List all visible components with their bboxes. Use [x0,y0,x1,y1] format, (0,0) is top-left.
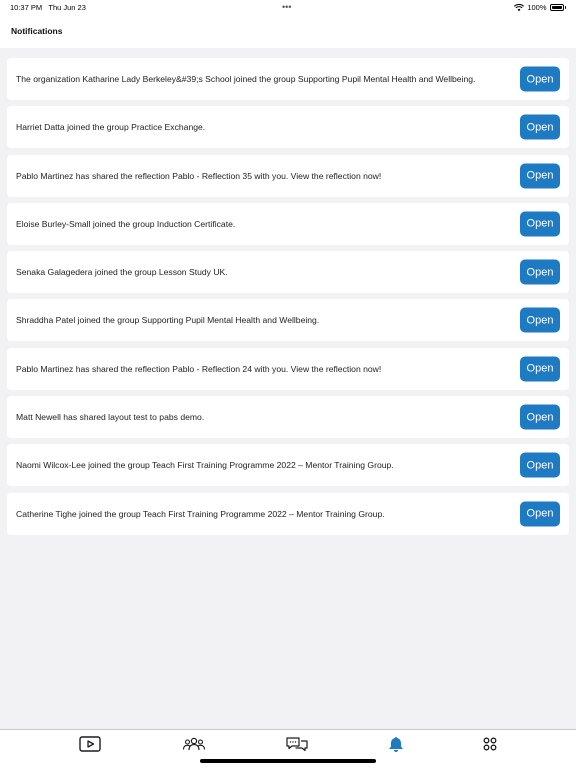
bell-icon [389,736,403,752]
open-button[interactable]: Open [520,163,560,189]
tab-notifications[interactable] [382,734,410,754]
notification-card: Pablo Martinez has shared the reflection… [7,347,569,390]
notification-card: The organization Katharine Lady Berkeley… [7,58,569,100]
open-button[interactable]: Open [520,114,560,140]
notification-text: Catherine Tighe joined the group Teach F… [16,508,385,519]
status-bar: 10:37 PM Thu Jun 23 ••• 100% [0,0,576,14]
notification-text: The organization Katharine Lady Berkeley… [16,74,476,84]
notification-card: Shraddha Patel joined the group Supporti… [7,299,569,342]
open-button[interactable]: Open [520,211,560,237]
notification-text: Pablo Martinez has shared the reflection… [16,170,382,181]
open-button[interactable]: Open [520,404,560,430]
status-clock: 10:37 PM [10,3,43,12]
notification-card: Pablo Martinez has shared the reflection… [7,154,569,197]
home-indicator[interactable] [200,759,376,763]
video-play-icon [79,736,101,752]
notification-card: Eloise Burley-Small joined the group Ind… [7,202,569,245]
notification-text: Harriet Datta joined the group Practice … [16,122,206,133]
battery-icon [549,4,564,11]
chat-bubbles-icon [286,737,308,752]
groups-icon [182,737,206,751]
open-button[interactable]: Open [520,307,560,333]
notification-text: Matt Newell has shared layout test to pa… [16,412,205,423]
multitasking-dots[interactable]: ••• [282,2,291,12]
apps-grid-icon [483,737,497,751]
notifications-list: The organization Katharine Lady Berkeley… [7,58,569,541]
open-button[interactable]: Open [520,356,560,382]
notification-card: Matt Newell has shared layout test to pa… [7,396,569,439]
status-time: 10:37 PM Thu Jun 23 [10,3,86,12]
status-date: Thu Jun 23 [48,3,86,12]
open-button[interactable]: Open [520,452,560,478]
tab-groups[interactable] [180,734,208,754]
tab-messages[interactable] [283,734,311,754]
notification-card: Naomi Wilcox-Lee joined the group Teach … [7,444,569,487]
open-button[interactable]: Open [520,501,560,527]
notification-card: Senaka Galagedera joined the group Lesso… [7,251,569,294]
notification-text: Eloise Burley-Small joined the group Ind… [16,218,236,229]
battery-percent: 100% [527,3,547,12]
battery-cap [564,6,566,9]
notification-text: Pablo Martinez has shared the reflection… [16,363,382,374]
open-button[interactable]: Open [520,66,560,92]
notification-text: Shraddha Patel joined the group Supporti… [16,315,320,326]
header: Notifications [0,14,576,48]
tab-videos[interactable] [76,734,104,754]
notification-card: Harriet Datta joined the group Practice … [7,106,569,149]
open-button[interactable]: Open [520,259,560,285]
status-right: 100% [514,3,566,12]
notification-text: Senaka Galagedera joined the group Lesso… [16,267,228,278]
tab-more[interactable] [476,734,504,754]
notification-card: Catherine Tighe joined the group Teach F… [7,492,569,535]
wifi-icon [514,3,525,11]
notification-text: Naomi Wilcox-Lee joined the group Teach … [16,460,394,471]
page-title: Notifications [11,26,63,36]
